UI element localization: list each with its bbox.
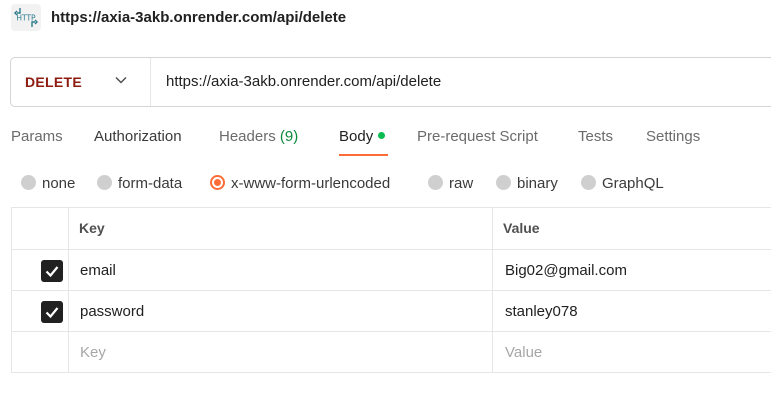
radio-label: raw xyxy=(449,175,474,192)
http-icon: HTTP xyxy=(11,4,41,31)
checkmark-icon xyxy=(45,266,59,278)
row-enabled-checkbox[interactable] xyxy=(41,260,63,282)
radio-circle xyxy=(428,175,443,190)
radio-circle xyxy=(496,175,511,190)
radio-circle xyxy=(21,175,36,190)
radio-label: x-www-form-urlencoded xyxy=(231,175,391,192)
tab-settings[interactable]: Settings xyxy=(646,128,700,145)
radio-circle-selected xyxy=(210,175,225,190)
radio-circle xyxy=(581,175,596,190)
new-value-input[interactable]: Value xyxy=(505,344,542,361)
radio-label: none xyxy=(42,175,76,192)
checkmark-icon xyxy=(45,307,59,319)
row-enabled-checkbox[interactable] xyxy=(41,301,63,323)
param-value[interactable]: Big02@gmail.com xyxy=(505,262,627,279)
new-key-input[interactable]: Key xyxy=(80,344,106,361)
table-row: password stanley078 xyxy=(12,291,771,332)
request-title-bar: HTTP https://axia-3akb.onrender.com/api/… xyxy=(0,0,771,38)
body-mode-options: none form-data x-www-form-urlencoded raw… xyxy=(0,171,771,195)
url-bar: DELETE xyxy=(10,57,771,107)
table-row-new: Key Value xyxy=(12,332,771,373)
headers-count: (9) xyxy=(279,128,299,145)
tab-authorization[interactable]: Authorization xyxy=(94,128,182,145)
radio-label: binary xyxy=(517,175,558,192)
radio-circle xyxy=(97,175,112,190)
active-tab-underline xyxy=(339,154,388,156)
method-selector[interactable]: DELETE xyxy=(11,58,151,106)
chevron-down-icon xyxy=(115,76,127,84)
tab-tests[interactable]: Tests xyxy=(578,128,613,145)
column-header-key: Key xyxy=(79,220,105,236)
column-header-value: Value xyxy=(503,220,540,236)
method-label: DELETE xyxy=(25,74,83,90)
tab-body[interactable]: Body xyxy=(339,128,386,145)
body-indicator-dot xyxy=(378,132,386,139)
http-icon-text: HTTP xyxy=(16,14,36,23)
table-row: email Big02@gmail.com xyxy=(12,250,771,291)
param-key[interactable]: password xyxy=(80,303,144,320)
radio-label: form-data xyxy=(118,175,183,192)
url-input[interactable] xyxy=(166,73,766,90)
param-key[interactable]: email xyxy=(80,262,116,279)
request-title[interactable]: https://axia-3akb.onrender.com/api/delet… xyxy=(51,9,346,26)
tab-headers[interactable]: Headers (9) xyxy=(219,128,298,145)
tab-pre-request-script[interactable]: Pre-request Script xyxy=(417,128,538,145)
urlencoded-params-table: Key Value email Big02@gmail.com password… xyxy=(11,207,771,373)
radio-label: GraphQL xyxy=(602,175,664,192)
table-header-row: Key Value xyxy=(12,208,771,250)
param-value[interactable]: stanley078 xyxy=(505,303,578,320)
tab-params[interactable]: Params xyxy=(11,128,63,145)
request-tabs: Params Authorization Headers (9) Body Pr… xyxy=(0,122,771,158)
